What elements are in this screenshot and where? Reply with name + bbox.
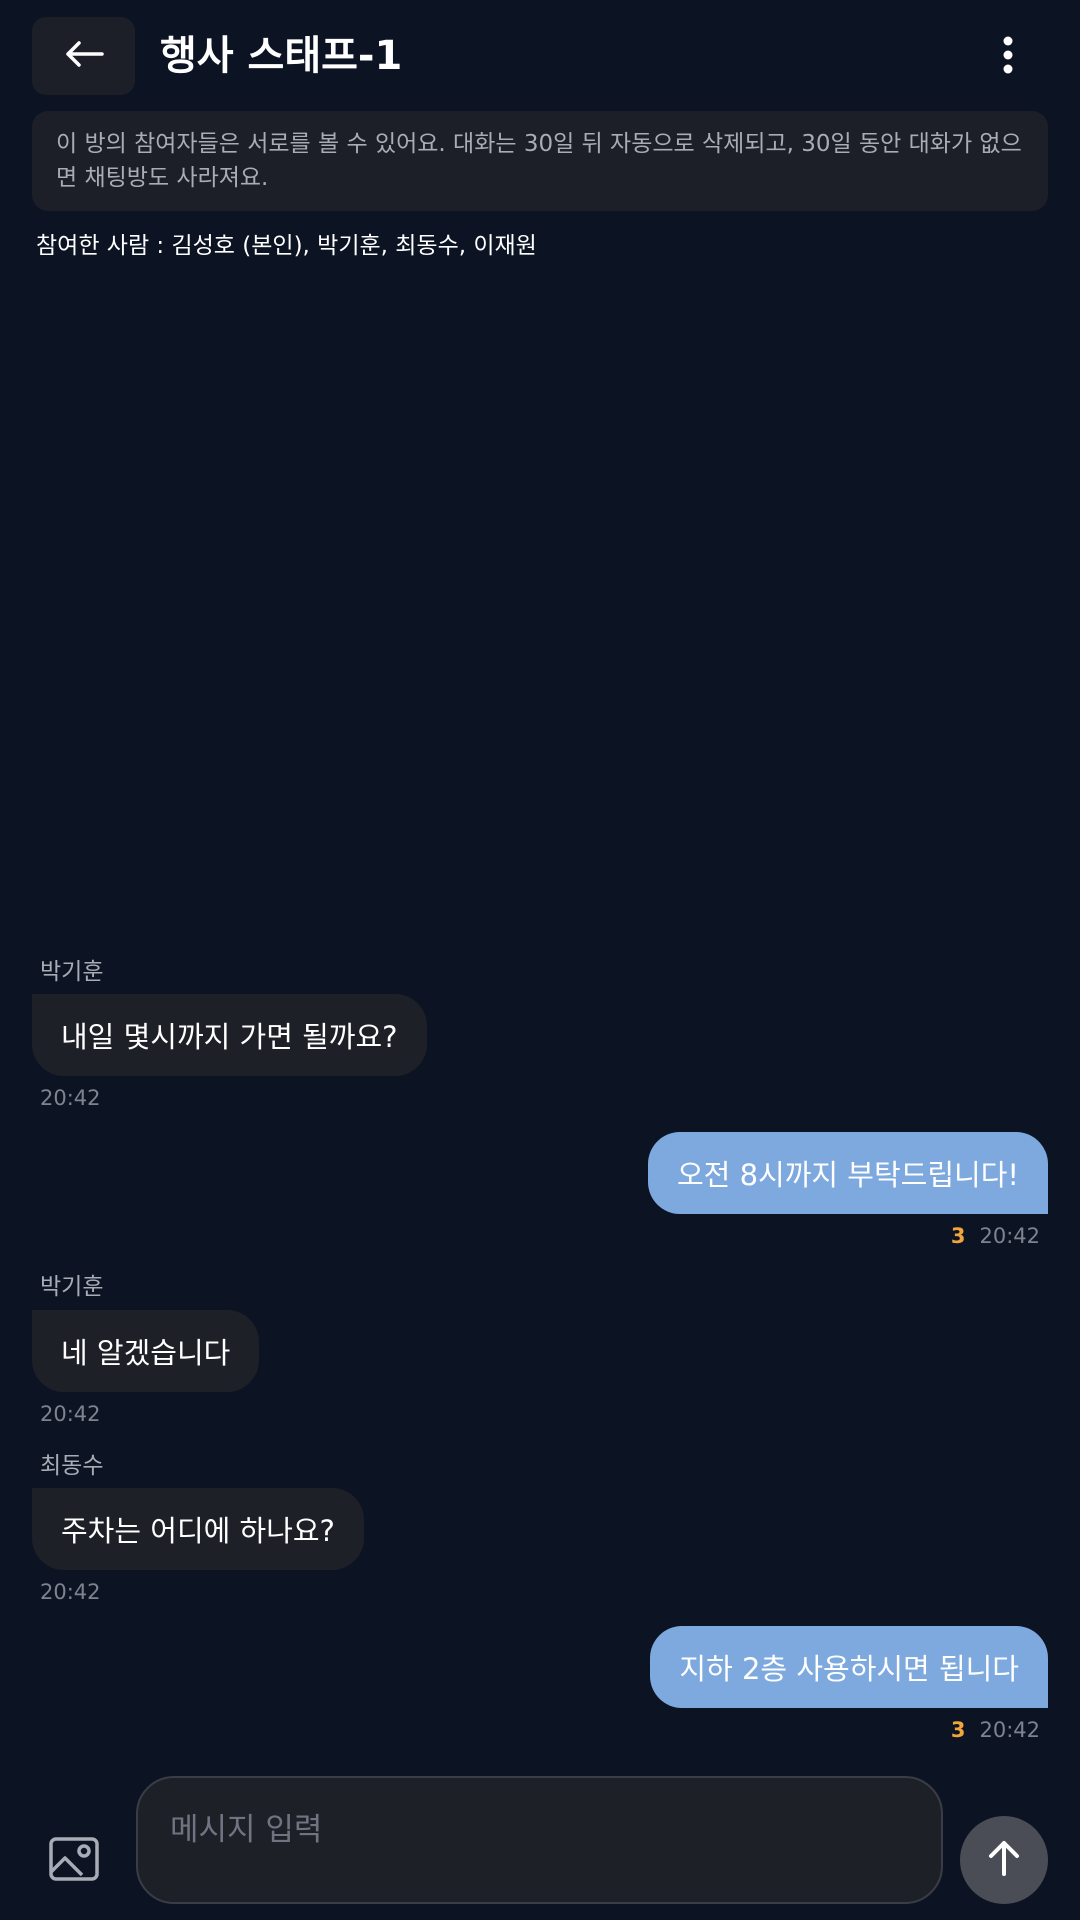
message-meta: 3 20:42 <box>951 1716 1040 1744</box>
chat-header: 행사 스태프-1 <box>0 0 1080 112</box>
message-time: 20:42 <box>979 1224 1040 1248</box>
message-time: 20:42 <box>40 1580 101 1604</box>
arrow-up-icon <box>986 1839 1022 1881</box>
incoming-message-bubble[interactable]: 주차는 어디에 하나요? <box>32 1488 364 1570</box>
message-time: 20:42 <box>40 1402 101 1426</box>
attach-image-button[interactable] <box>48 1834 104 1884</box>
send-button[interactable] <box>960 1816 1048 1904</box>
incoming-message-bubble[interactable]: 내일 몇시까지 가면 될까요? <box>32 994 427 1076</box>
message-sender: 박기훈 <box>40 959 104 985</box>
more-menu-button[interactable] <box>986 32 1030 82</box>
unread-count-badge: 3 <box>950 1224 966 1248</box>
outgoing-message-bubble[interactable]: 오전 8시까지 부탁드립니다! <box>648 1132 1048 1214</box>
image-icon <box>48 1837 104 1888</box>
more-vertical-icon <box>1002 35 1014 79</box>
chat-title: 행사 스태프-1 <box>160 33 403 79</box>
message-sender: 최동수 <box>40 1453 104 1479</box>
privacy-notice: 이 방의 참여자들은 서로를 볼 수 있어요. 대화는 30일 뒤 자동으로 삭… <box>32 111 1048 211</box>
message-time: 20:42 <box>979 1718 1040 1742</box>
unread-count-badge: 3 <box>950 1718 966 1742</box>
incoming-message-bubble[interactable]: 네 알겠습니다 <box>32 1310 260 1392</box>
back-button[interactable] <box>32 17 135 95</box>
participants-list: 참여한 사람 : 김성호 (본인), 박기훈, 최동수, 이재원 <box>36 233 537 259</box>
arrow-left-icon <box>64 39 104 73</box>
outgoing-message-bubble[interactable]: 지하 2층 사용하시면 됩니다 <box>650 1626 1048 1708</box>
message-meta: 3 20:42 <box>951 1222 1040 1250</box>
message-sender: 박기훈 <box>40 1274 104 1300</box>
message-input[interactable] <box>136 1776 943 1904</box>
message-time: 20:42 <box>40 1086 101 1110</box>
